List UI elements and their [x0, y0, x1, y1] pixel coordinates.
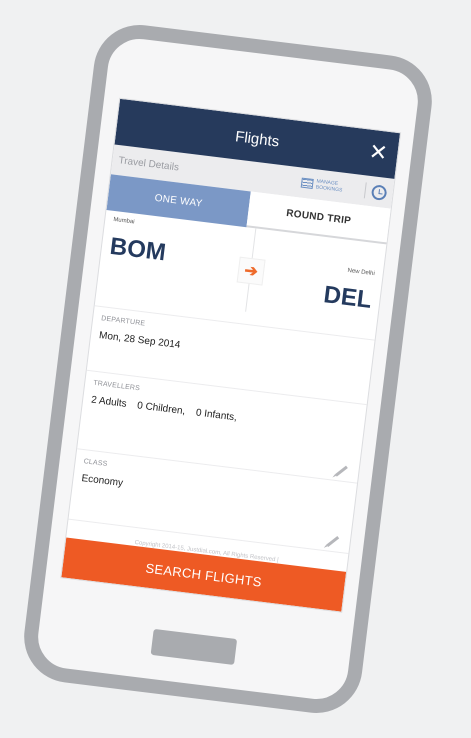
pencil-icon[interactable]	[326, 536, 340, 548]
pencil-icon[interactable]	[334, 465, 348, 477]
children-count: 0 Children,	[136, 400, 186, 418]
destination-code[interactable]: DEL	[322, 281, 373, 315]
origin-code[interactable]: BOM	[108, 233, 167, 268]
history-icon[interactable]	[370, 183, 388, 201]
home-button[interactable]	[150, 628, 238, 665]
manage-bookings-button[interactable]: MANAGE BOOKINGS	[300, 177, 360, 196]
divider	[363, 182, 367, 199]
app-screen: Flights ✕ Travel Details MANAGE BOOKINGS…	[61, 98, 401, 612]
page-title: Flights	[234, 127, 281, 150]
destination-city[interactable]: New Delhi	[347, 268, 375, 277]
arrow-right-icon[interactable]: ➔	[236, 256, 266, 286]
origin-city[interactable]: Mumbai	[113, 217, 135, 226]
phone-device: Flights ✕ Travel Details MANAGE BOOKINGS…	[18, 19, 438, 719]
close-icon[interactable]: ✕	[368, 139, 389, 166]
adults-count: 2 Adults	[90, 394, 128, 410]
infants-count: 0 Infants,	[195, 407, 238, 424]
bookings-icon	[300, 177, 314, 189]
manage-bookings-label: MANAGE BOOKINGS	[315, 178, 343, 194]
